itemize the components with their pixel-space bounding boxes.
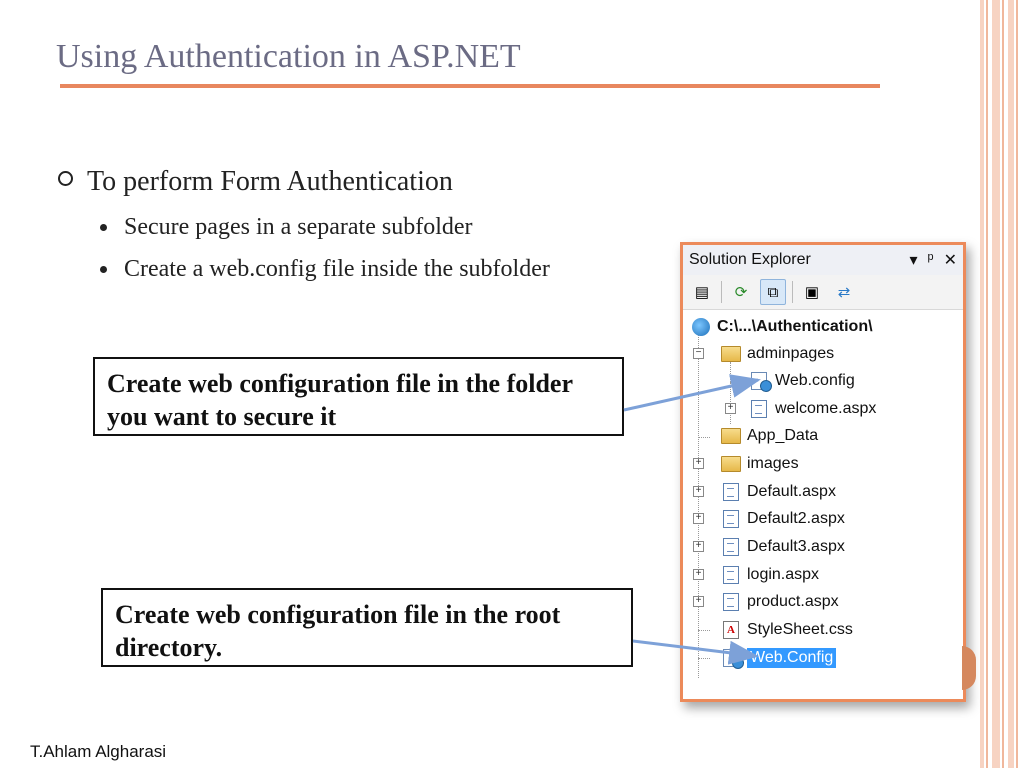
view-designer-icon[interactable]: ▣ [799, 279, 825, 305]
solution-explorer-panel: Solution Explorer ▾ ᵖ ✕ ▤ ⟳ ⧉ ▣ ⇄ C:\...… [680, 242, 966, 702]
slide-title: Using Authentication in ASP.NET [56, 38, 521, 75]
expand-welcome-icon[interactable]: + [725, 403, 736, 414]
solution-tree: C:\...\Authentication\ − adminpages Web.… [683, 310, 963, 699]
callout-secure-folder: Create web configuration file in the fol… [93, 357, 624, 436]
decorative-orange-tab [962, 646, 976, 690]
tree-item-label: welcome.aspx [775, 400, 877, 417]
collapse-adminpages-icon[interactable]: − [693, 348, 704, 359]
sub-bullet-text: Secure pages in a separate subfolder [124, 214, 473, 240]
expand-default3-icon[interactable]: + [693, 541, 704, 552]
tree-item-label: Default3.aspx [747, 538, 845, 555]
refresh-icon[interactable]: ⟳ [728, 279, 754, 305]
config-file-icon [749, 372, 772, 392]
aspx-page-icon [721, 483, 741, 501]
tree-item-label: Default2.aspx [747, 510, 845, 527]
tree-item-label: StyleSheet.css [747, 621, 853, 638]
tree-item-label: Default.aspx [747, 483, 836, 500]
special-folder-icon [721, 427, 741, 445]
toolbar-separator [792, 281, 793, 303]
tree-item-welcome[interactable]: welcome.aspx [749, 396, 876, 422]
tree-item-root-webconfig[interactable]: Web.Config [721, 645, 837, 671]
css-file-icon: A [721, 621, 741, 639]
solution-explorer-title: Solution Explorer [689, 251, 811, 268]
bullet-dot-icon [100, 224, 107, 231]
main-bullet-text: To perform Form Authentication [87, 166, 453, 197]
tree-item-label: images [747, 455, 799, 472]
aspx-page-icon [721, 566, 741, 584]
tree-item-label-selected: Web.Config [747, 648, 837, 668]
tree-item-default[interactable]: Default.aspx [721, 479, 836, 505]
tree-guide-line [698, 630, 710, 631]
properties-icon[interactable]: ▤ [689, 279, 715, 305]
aspx-page-icon [721, 593, 741, 611]
tree-item-app-data[interactable]: App_Data [721, 423, 818, 449]
solution-explorer-toolbar: ▤ ⟳ ⧉ ▣ ⇄ [683, 275, 963, 310]
sub-bullet-text: Create a web.config file inside the subf… [124, 256, 550, 282]
expand-images-icon[interactable]: + [693, 458, 704, 469]
tree-item-label: Web.config [775, 372, 855, 389]
tree-guide-line [698, 437, 710, 438]
title-underline [60, 84, 880, 88]
website-project-icon [691, 318, 711, 336]
expand-default-icon[interactable]: + [693, 486, 704, 497]
aspx-page-icon [721, 538, 741, 556]
aspx-page-icon [749, 400, 769, 418]
tree-item-stylesheet[interactable]: A StyleSheet.css [721, 617, 853, 643]
dropdown-icon[interactable]: ▾ [910, 250, 918, 270]
tree-item-admin-webconfig[interactable]: Web.config [749, 368, 855, 394]
tree-item-label: login.aspx [747, 566, 820, 583]
sub-bullet-2: Create a web.config file inside the subf… [100, 252, 594, 286]
bullet-dot-icon [100, 266, 107, 273]
tree-root[interactable]: C:\...\Authentication\ [691, 314, 873, 340]
expand-product-icon[interactable]: + [693, 596, 704, 607]
pin-icon[interactable]: ᵖ [928, 251, 934, 269]
tree-item-label: product.aspx [747, 593, 839, 610]
toolbar-separator [721, 281, 722, 303]
tree-item-adminpages[interactable]: adminpages [721, 341, 834, 367]
nest-related-files-icon[interactable]: ⧉ [760, 279, 786, 305]
tree-guide-line [698, 334, 699, 678]
solution-explorer-header: Solution Explorer ▾ ᵖ ✕ [683, 245, 963, 275]
main-bullet: To perform Form Authentication [58, 166, 453, 198]
tree-item-images[interactable]: images [721, 451, 799, 477]
close-icon[interactable]: ✕ [944, 250, 957, 270]
open-folder-icon [721, 345, 741, 363]
tree-item-label: adminpages [747, 345, 835, 362]
callout-root-directory: Create web configuration file in the roo… [101, 588, 633, 667]
tree-guide-line [698, 658, 710, 659]
ring-bullet-icon [58, 171, 73, 186]
tree-root-label: C:\...\Authentication\ [717, 318, 873, 335]
tree-item-label: App_Data [747, 427, 819, 444]
expand-login-icon[interactable]: + [693, 569, 704, 580]
tree-item-product[interactable]: product.aspx [721, 589, 839, 615]
sub-bullet-1: Secure pages in a separate subfolder [100, 210, 594, 244]
tree-item-default2[interactable]: Default2.aspx [721, 506, 845, 532]
config-file-icon [721, 649, 744, 669]
aspx-page-icon [721, 510, 741, 528]
folder-icon [721, 455, 741, 473]
tree-item-default3[interactable]: Default3.aspx [721, 534, 845, 560]
expand-default2-icon[interactable]: + [693, 513, 704, 524]
copy-website-icon[interactable]: ⇄ [831, 279, 857, 305]
tree-guide-line [730, 362, 731, 424]
footer-author: T.Ahlam Algharasi [30, 742, 167, 761]
decorative-stripes [980, 0, 1024, 768]
tree-guide-line [730, 382, 742, 383]
tree-item-login[interactable]: login.aspx [721, 562, 819, 588]
